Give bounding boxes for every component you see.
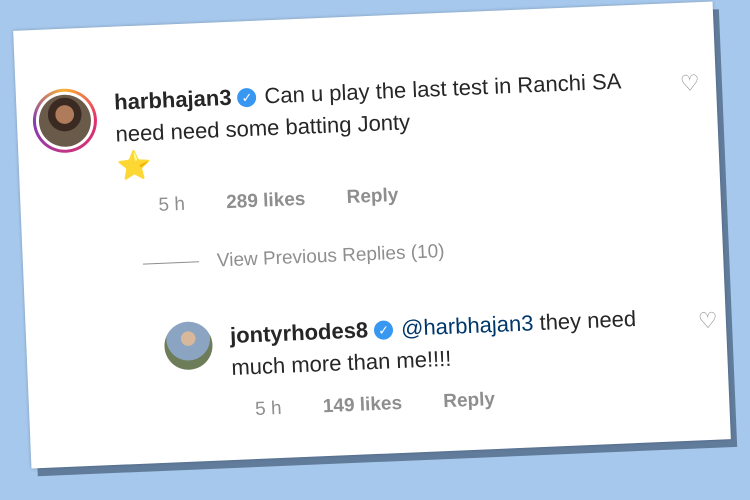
comment-likes[interactable]: 289 likes xyxy=(226,189,306,213)
verified-badge-icon: ✓ xyxy=(237,87,257,108)
like-heart-icon[interactable]: ♡ xyxy=(679,70,701,96)
comment-body: harbhajan3 ✓ Can u play the last test in R… xyxy=(114,64,658,183)
like-heart-icon[interactable]: ♡ xyxy=(697,308,719,334)
reply-time: 5 h xyxy=(254,397,283,421)
reply-likes[interactable]: 149 likes xyxy=(322,393,402,417)
reply-avatar[interactable] xyxy=(163,320,214,371)
divider-line xyxy=(143,261,200,266)
reply-reply-button[interactable]: Reply xyxy=(443,389,496,412)
comment-reply-button[interactable]: Reply xyxy=(346,185,399,208)
reply-username[interactable]: jontyrhodes8 xyxy=(230,317,369,348)
reply-body: jontyrhodes8 ✓ @harbhajan3 they need much … xyxy=(229,302,671,384)
view-previous-label[interactable]: View Previous Replies (10) xyxy=(217,241,445,272)
comment-card: harbhajan3 ✓ Can u play the last test in R… xyxy=(13,1,731,469)
comment-username[interactable]: harbhajan3 xyxy=(114,85,232,115)
avatar[interactable] xyxy=(31,87,99,155)
comment-time: 5 h xyxy=(158,193,186,216)
avatar-photo xyxy=(37,93,93,148)
comment: harbhajan3 ✓ Can u play the last test in R… xyxy=(31,62,711,216)
reply-mention[interactable]: @harbhajan3 xyxy=(401,310,534,341)
reply-comment: jontyrhodes8 ✓ @harbhajan3 they need much … xyxy=(163,299,723,420)
view-previous-replies[interactable]: View Previous Replies (10) xyxy=(143,241,445,276)
verified-badge-icon: ✓ xyxy=(373,320,394,340)
reply-meta: 5 h 149 likes Reply xyxy=(255,387,532,421)
comment-meta: 5 h 289 likes Reply xyxy=(158,183,435,217)
